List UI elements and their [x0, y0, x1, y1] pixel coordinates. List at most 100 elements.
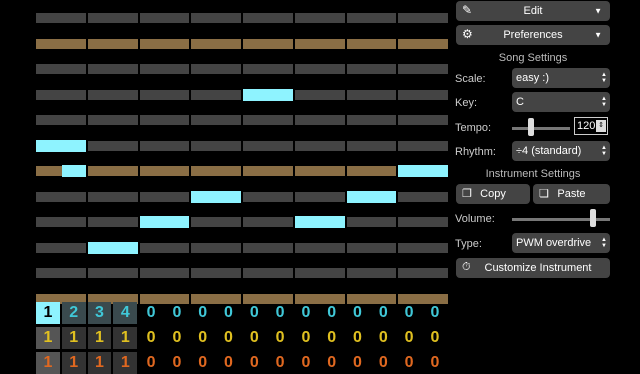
- bar-cell[interactable]: 0: [397, 302, 421, 324]
- pattern-cell[interactable]: [398, 89, 450, 100]
- preferences-menu-button[interactable]: ⚙ Preferences ▼: [456, 25, 610, 45]
- pattern-cell[interactable]: [398, 191, 450, 202]
- bar-cell[interactable]: 0: [191, 327, 215, 349]
- bar-cell[interactable]: 0: [423, 302, 447, 324]
- bar-cell[interactable]: 1: [36, 327, 60, 349]
- bar-cell[interactable]: 0: [294, 352, 318, 374]
- bar-cell[interactable]: 0: [397, 352, 421, 374]
- note-block[interactable]: [191, 190, 243, 203]
- bar-cell[interactable]: 0: [139, 352, 163, 374]
- rhythm-select[interactable]: ÷4 (standard) ▲ ▼: [512, 141, 610, 161]
- pattern-row[interactable]: [36, 268, 450, 278]
- pattern-cell[interactable]: [139, 115, 192, 125]
- pattern-row[interactable]: [36, 88, 450, 101]
- pattern-row[interactable]: [36, 190, 450, 203]
- pattern-cell[interactable]: [346, 89, 399, 100]
- pattern-row[interactable]: [36, 165, 450, 177]
- pattern-cell[interactable]: [346, 115, 399, 125]
- pattern-cell[interactable]: [294, 268, 347, 278]
- pattern-row[interactable]: [36, 241, 450, 254]
- pattern-cell[interactable]: [243, 64, 295, 74]
- bar-cell[interactable]: 0: [346, 302, 370, 324]
- bar-cell[interactable]: 0: [268, 352, 292, 374]
- bar-cell[interactable]: 1: [87, 327, 112, 349]
- pattern-cell[interactable]: [139, 242, 192, 253]
- pattern-row[interactable]: [36, 115, 450, 125]
- pattern-cell[interactable]: [346, 166, 399, 176]
- bar-cell[interactable]: 4: [113, 302, 138, 324]
- pattern-cell[interactable]: [36, 89, 88, 100]
- pattern-cell[interactable]: [398, 115, 450, 125]
- pattern-cell[interactable]: [346, 64, 399, 74]
- bar-cell[interactable]: 0: [294, 302, 318, 324]
- type-select[interactable]: PWM overdrive ▲ ▼: [512, 233, 610, 253]
- pattern-cell[interactable]: [191, 268, 243, 278]
- pattern-cell[interactable]: [294, 166, 347, 176]
- pattern-cell[interactable]: [191, 38, 243, 49]
- pattern-cell[interactable]: [139, 268, 192, 278]
- pattern-cell[interactable]: [243, 242, 295, 253]
- pattern-cell[interactable]: [243, 217, 295, 227]
- note-block[interactable]: [346, 190, 399, 203]
- tempo-input[interactable]: 120 ⇕: [574, 117, 608, 135]
- pattern-cell[interactable]: [36, 217, 88, 227]
- pattern-cell[interactable]: [87, 217, 140, 227]
- pattern-cell[interactable]: [191, 89, 243, 100]
- pattern-cell[interactable]: [139, 191, 192, 202]
- pattern-cell[interactable]: [346, 268, 399, 278]
- pattern-cell[interactable]: [87, 89, 140, 100]
- pattern-row[interactable]: [36, 216, 450, 228]
- bar-cell[interactable]: 0: [165, 352, 189, 374]
- customize-instrument-button[interactable]: ⏱ Customize Instrument: [456, 258, 610, 278]
- pattern-cell[interactable]: [398, 13, 450, 23]
- pattern-cell[interactable]: [294, 89, 347, 100]
- bar-cell[interactable]: 0: [371, 302, 395, 324]
- bar-cell[interactable]: 0: [191, 302, 215, 324]
- pattern-cell[interactable]: [191, 140, 243, 151]
- pattern-cell[interactable]: [87, 13, 140, 23]
- pattern-cell[interactable]: [243, 268, 295, 278]
- scale-select[interactable]: easy :) ▲ ▼: [512, 68, 610, 88]
- pattern-cell[interactable]: [87, 38, 140, 49]
- bar-cell[interactable]: 0: [242, 352, 266, 374]
- pattern-cell[interactable]: [346, 242, 399, 253]
- pattern-cell[interactable]: [398, 140, 450, 151]
- pattern-cell[interactable]: [36, 64, 88, 74]
- bar-cell[interactable]: 0: [397, 327, 421, 349]
- bar-cell[interactable]: 0: [294, 327, 318, 349]
- bar-cell[interactable]: 0: [242, 302, 266, 324]
- bar-cell[interactable]: 0: [217, 302, 241, 324]
- bar-cell[interactable]: 0: [242, 327, 266, 349]
- note-block[interactable]: [36, 139, 88, 152]
- pattern-cell[interactable]: [346, 140, 399, 151]
- pattern-row[interactable]: [36, 38, 450, 49]
- pattern-cell[interactable]: [398, 268, 450, 278]
- pattern-cell[interactable]: [139, 140, 192, 151]
- pattern-cell[interactable]: [398, 242, 450, 253]
- pattern-cell[interactable]: [294, 242, 347, 253]
- pattern-cell[interactable]: [191, 242, 243, 253]
- bar-cell[interactable]: 0: [217, 327, 241, 349]
- bar-cell[interactable]: 1: [36, 302, 60, 324]
- pattern-cell[interactable]: [191, 115, 243, 125]
- copy-button[interactable]: ❐ Copy: [456, 184, 530, 204]
- pattern-cell[interactable]: [87, 268, 140, 278]
- pattern-cell[interactable]: [243, 166, 295, 176]
- bar-cell[interactable]: 1: [113, 327, 138, 349]
- bar-cell[interactable]: 1: [61, 327, 86, 349]
- bar-cell[interactable]: 0: [320, 352, 344, 374]
- pattern-cell[interactable]: [398, 38, 450, 49]
- pattern-cell[interactable]: [191, 64, 243, 74]
- pattern-cell[interactable]: [87, 115, 140, 125]
- pattern-cell[interactable]: [294, 38, 347, 49]
- pattern-cell[interactable]: [36, 268, 88, 278]
- pattern-cell[interactable]: [36, 242, 88, 253]
- bar-cell[interactable]: 1: [61, 352, 86, 374]
- pattern-cell[interactable]: [36, 191, 88, 202]
- tempo-slider-thumb[interactable]: [527, 118, 534, 136]
- pattern-cell[interactable]: [346, 38, 399, 49]
- pattern-row[interactable]: [36, 139, 450, 152]
- pattern-cell[interactable]: [243, 191, 295, 202]
- pattern-cell[interactable]: [139, 166, 192, 176]
- bar-cell[interactable]: 0: [346, 327, 370, 349]
